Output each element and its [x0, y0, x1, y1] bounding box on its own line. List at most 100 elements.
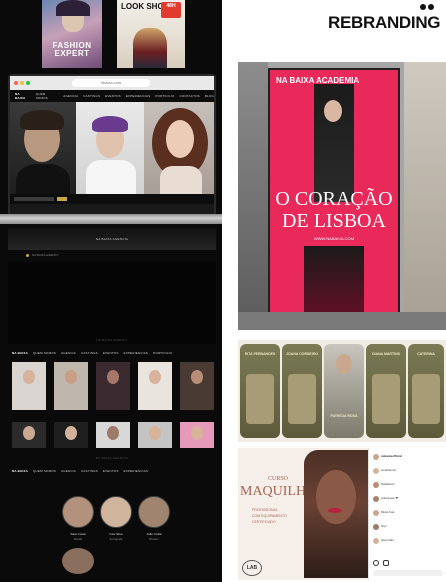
- hero-portrait-woman-purple: [76, 102, 144, 204]
- model-face: [316, 470, 356, 524]
- address-bar[interactable]: nbaixa.com: [72, 79, 150, 87]
- building-right: [404, 62, 446, 330]
- banner-caption: NA BAIXA AGENCY: [32, 253, 59, 257]
- comment-text: Muito bom: [381, 510, 396, 514]
- search-box[interactable]: [14, 197, 54, 201]
- user-avatar[interactable]: [373, 482, 379, 488]
- card-name: DIANA MARTINS: [372, 352, 400, 356]
- card-name: CATERINA: [417, 352, 435, 356]
- nav-item[interactable]: CASTINGS: [83, 94, 100, 98]
- street-poster-photo: NA BAIXA ACADEMIA O CORAÇÃO DE LISBOA WW…: [238, 62, 446, 330]
- nav-logo[interactable]: NA BAIXA: [12, 351, 28, 355]
- magazine-cover-right: LOOK SHOOT 48H: [117, 0, 185, 68]
- nav-item[interactable]: EXPERIENCIAS: [124, 469, 149, 473]
- team-page-nav: NA BAIXA QUEM SOMOS AGENCIA CASTINGS EVE…: [8, 466, 216, 476]
- model-thumbnail[interactable]: [54, 362, 88, 410]
- team-avatar[interactable]: [138, 496, 170, 528]
- comment-text: Top!: [381, 524, 387, 528]
- nav-item[interactable]: CASTINGS: [81, 351, 98, 355]
- card-name: PATRÍCIA ROSA: [330, 414, 358, 418]
- comment-icon[interactable]: [383, 560, 389, 566]
- minimize-dot-icon[interactable]: [20, 81, 24, 85]
- model-thumbnail[interactable]: [54, 422, 88, 448]
- model-thumbnail[interactable]: [12, 422, 46, 448]
- user-avatar[interactable]: [373, 510, 379, 516]
- model-card[interactable]: PATRÍCIA ROSA: [324, 344, 364, 438]
- team-avatar[interactable]: [62, 548, 94, 574]
- nav-item[interactable]: PORTFOLIO: [153, 351, 172, 355]
- team-avatar[interactable]: [62, 496, 94, 528]
- user-avatar[interactable]: [373, 496, 379, 502]
- makeup-model-photo: [304, 450, 370, 578]
- nav-item[interactable]: EVENTOS: [103, 469, 119, 473]
- bullet-icon: [26, 254, 29, 257]
- nav-logo[interactable]: NA BAIXA: [12, 469, 28, 473]
- magazine-title: FASHION EXPERT: [52, 41, 92, 58]
- badge-48h: 48H: [161, 2, 181, 18]
- user-avatar[interactable]: [373, 468, 379, 474]
- poster-board: NA BAIXA ACADEMIA O CORAÇÃO DE LISBOA WW…: [268, 68, 400, 326]
- model-thumbnail[interactable]: [96, 362, 130, 410]
- nav-item[interactable]: CONTACTOS: [180, 94, 200, 98]
- model-card[interactable]: DIANA MARTINS: [366, 344, 406, 438]
- model-thumbnail[interactable]: [180, 362, 214, 410]
- nav-item[interactable]: AGENCIA: [61, 351, 76, 355]
- user-avatar[interactable]: [373, 454, 379, 460]
- nav-item[interactable]: PORTFOLIO: [155, 94, 174, 98]
- poster-url: WWW.NABAIXA.COM: [314, 236, 354, 241]
- card-face: [336, 354, 352, 374]
- magazine-cover-left: FASHION EXPERT: [42, 0, 102, 68]
- nav-item[interactable]: EXPERIENCIAS: [126, 94, 151, 98]
- nav-logo[interactable]: NA BAIXA: [15, 92, 31, 100]
- models-page-nav: NA BAIXA QUEM SOMOS AGENCIA CASTINGS EVE…: [8, 348, 216, 358]
- nav-item[interactable]: EXPERIENCIAS: [124, 351, 149, 355]
- model-thumbnail[interactable]: [138, 422, 172, 448]
- card-name: JOANA CORDEIRO: [286, 352, 318, 356]
- comment-text: Adoramos ❤: [381, 496, 399, 500]
- model-thumbnail[interactable]: [12, 362, 46, 410]
- model-card[interactable]: CATERINA: [408, 344, 444, 438]
- like-icon[interactable]: [373, 560, 379, 566]
- nav-item[interactable]: AGENCIA: [61, 469, 76, 473]
- user-avatar[interactable]: [373, 524, 379, 530]
- team-avatar[interactable]: [100, 496, 132, 528]
- course-bullet: PROFISSIONAL: [252, 508, 278, 512]
- card-photo: [288, 374, 316, 424]
- poster-title-line1: O CORAÇÃO: [275, 188, 393, 210]
- model-thumbnail[interactable]: [96, 422, 130, 448]
- model-thumbnail[interactable]: [180, 422, 214, 448]
- laptop-base: [0, 214, 222, 224]
- nav-item[interactable]: EVENTOS: [105, 94, 121, 98]
- search-button[interactable]: [57, 197, 67, 201]
- brand-dots-icon: [420, 4, 438, 12]
- section-label: NA BAIXA AGENCY: [96, 338, 128, 342]
- website-mockup-column: FASHION EXPERT LOOK SHOOT 48H nbaixa.com…: [0, 0, 222, 582]
- nav-item[interactable]: QUEM SOMOS: [33, 351, 56, 355]
- nav-item[interactable]: QUEM SOMOS: [36, 92, 59, 100]
- card-photo: [412, 374, 440, 424]
- maximize-dot-icon[interactable]: [26, 81, 30, 85]
- model-lips: [328, 508, 342, 513]
- nav-item[interactable]: CASTINGS: [81, 469, 98, 473]
- poster-title-line2: DE LISBOA: [282, 210, 386, 232]
- team-role: Fotógrafa: [109, 537, 123, 541]
- nav-item[interactable]: AGENCIA: [63, 94, 78, 98]
- model-thumbnail[interactable]: [138, 362, 172, 410]
- laptop-mockup: nbaixa.com NA BAIXA QUEM SOMOS AGENCIA C…: [8, 74, 216, 216]
- comment-text: Lindíssimo!: [381, 468, 397, 472]
- card-photo: [246, 374, 274, 424]
- nav-item[interactable]: EVENTOS: [103, 351, 119, 355]
- street-ground: [238, 312, 446, 330]
- model-card[interactable]: RITA FERNANDES: [240, 344, 280, 438]
- close-dot-icon[interactable]: [14, 81, 18, 85]
- building-left: [238, 62, 268, 330]
- team-name: João Costa: [146, 532, 162, 536]
- comment-user[interactable]: nabaixaofficial: [381, 454, 402, 459]
- user-avatar[interactable]: [373, 538, 379, 544]
- team-role: Booker: [149, 537, 159, 541]
- nav-item[interactable]: BLOG: [205, 94, 214, 98]
- model-card[interactable]: JOANA CORDEIRO: [282, 344, 322, 438]
- nav-item[interactable]: QUEM SOMOS: [33, 469, 56, 473]
- add-comment-input[interactable]: [373, 570, 443, 576]
- comment-text: Parabéns!: [381, 482, 395, 486]
